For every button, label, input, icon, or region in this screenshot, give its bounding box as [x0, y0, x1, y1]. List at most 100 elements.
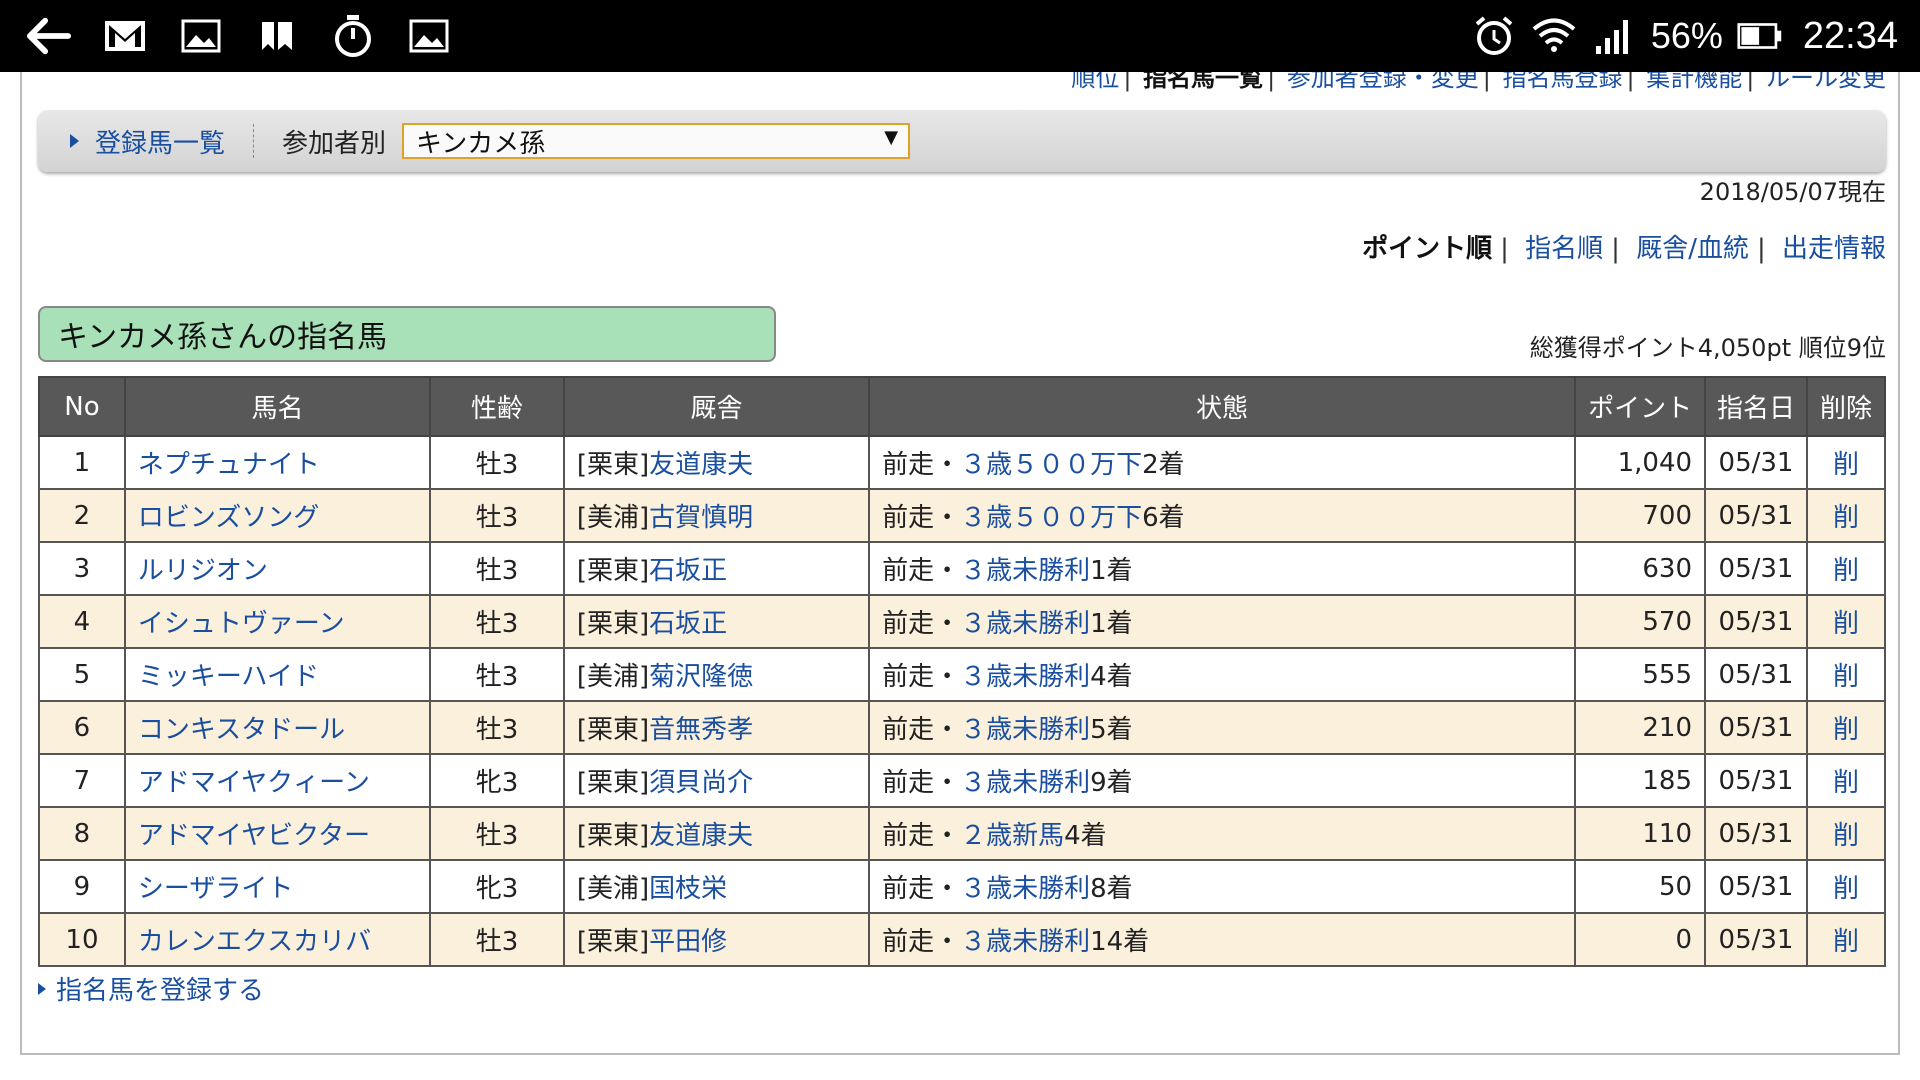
participant-select[interactable]: キンカメ孫 ▼	[402, 123, 911, 159]
race-link[interactable]: ３歳５００万下	[960, 503, 1142, 533]
stable-cell: [栗東]石坂正	[562, 541, 871, 596]
horse-name-link[interactable]: コンキスタドール	[123, 700, 432, 755]
delete-link[interactable]: 削	[1806, 859, 1886, 914]
race-result: 14着	[1090, 927, 1150, 957]
horse-name-link[interactable]: シーザライト	[123, 859, 432, 914]
race-result: 9着	[1090, 768, 1133, 798]
race-link[interactable]: ３歳未勝利	[960, 927, 1090, 957]
points: 1,040	[1574, 435, 1707, 490]
trainer-link[interactable]: 菊沢隆徳	[649, 662, 753, 692]
signal-icon	[1591, 13, 1637, 59]
nav-rule-change[interactable]: ルール変更	[1766, 72, 1886, 92]
delete-link[interactable]: 削	[1806, 647, 1886, 702]
state-cell: 前走・３歳未勝利4着	[868, 647, 1577, 702]
race-result: 4着	[1064, 821, 1107, 851]
sort-race-info[interactable]: 出走情報	[1782, 234, 1886, 264]
filter-bar: 登録馬一覧 参加者別 キンカメ孫 ▼	[38, 110, 1886, 172]
nav-ranking[interactable]: 順位	[1071, 72, 1119, 92]
state-cell: 前走・３歳未勝利1着	[868, 541, 1577, 596]
points: 700	[1574, 488, 1707, 543]
nav-horse-register[interactable]: 指名馬登録	[1503, 72, 1623, 92]
trainer-link[interactable]: 古賀慎明	[649, 503, 753, 533]
horse-name-link[interactable]: カレンエクスカリバ	[123, 912, 432, 967]
battery-percent: 56%	[1650, 15, 1723, 56]
status-bar: 56% 22:34	[0, 0, 1920, 72]
training-center: [栗東]	[576, 609, 650, 639]
col-sex-age: 性齢	[429, 376, 565, 437]
points: 630	[1574, 541, 1707, 596]
back-arrow-icon[interactable]	[26, 13, 72, 59]
race-link[interactable]: ３歳未勝利	[960, 768, 1090, 798]
state-cell: 前走・３歳５００万下6着	[868, 488, 1577, 543]
table-header-row: No 馬名 性齢 厩舎 状態 ポイント 指名日 削除	[38, 376, 1886, 437]
horse-name-link[interactable]: ルリジオン	[123, 541, 432, 596]
divider	[253, 124, 255, 158]
trainer-link[interactable]: 石坂正	[649, 609, 727, 639]
race-link[interactable]: ３歳未勝利	[960, 662, 1090, 692]
delete-link[interactable]: 削	[1806, 753, 1886, 808]
trainer-link[interactable]: 友道康夫	[649, 821, 753, 851]
delete-link[interactable]: 削	[1806, 435, 1886, 490]
race-link[interactable]: ３歳未勝利	[960, 715, 1090, 745]
sex-age: 牡3	[429, 700, 565, 755]
sort-stable-pedigree[interactable]: 厩舎/血統	[1636, 234, 1749, 264]
stopwatch-icon	[330, 13, 376, 59]
delete-link[interactable]: 削	[1806, 700, 1886, 755]
race-link[interactable]: ３歳未勝利	[960, 874, 1090, 904]
race-result: 4着	[1090, 662, 1133, 692]
last-race-prefix: 前走・	[882, 450, 961, 480]
race-link[interactable]: ３歳５００万下	[960, 450, 1142, 480]
row-no: 6	[38, 700, 126, 755]
points: 210	[1574, 700, 1707, 755]
delete-link[interactable]: 削	[1806, 488, 1886, 543]
delete-link[interactable]: 削	[1806, 806, 1886, 861]
race-link[interactable]: ３歳未勝利	[960, 609, 1090, 639]
horse-name-link[interactable]: アドマイヤクィーン	[123, 753, 432, 808]
delete-link[interactable]: 削	[1806, 912, 1886, 967]
stable-cell: [栗東]石坂正	[562, 594, 871, 649]
delete-link[interactable]: 削	[1806, 594, 1886, 649]
race-link[interactable]: ２歳新馬	[960, 821, 1064, 851]
horse-name-link[interactable]: ネプチュナイト	[123, 435, 432, 490]
last-race-prefix: 前走・	[882, 609, 961, 639]
trainer-link[interactable]: 音無秀孝	[649, 715, 753, 745]
points: 110	[1574, 806, 1707, 861]
trainer-link[interactable]: 国枝栄	[649, 874, 727, 904]
sort-nomination[interactable]: 指名順	[1525, 234, 1603, 264]
trainer-link[interactable]: 須貝尚介	[649, 768, 753, 798]
race-result: 1着	[1090, 556, 1133, 586]
nomination-date: 05/31	[1704, 647, 1809, 702]
horse-name-link[interactable]: ミッキーハイド	[123, 647, 432, 702]
race-link[interactable]: ３歳未勝利	[960, 556, 1090, 586]
col-date: 指名日	[1704, 376, 1809, 437]
trainer-link[interactable]: 平田修	[649, 927, 727, 957]
total-points-summary: 総獲得ポイント4,050pt 順位9位	[1529, 334, 1886, 362]
all-horses-link[interactable]: 登録馬一覧	[95, 123, 225, 160]
training-center: [栗東]	[576, 927, 650, 957]
delete-link[interactable]: 削	[1806, 541, 1886, 596]
state-cell: 前走・３歳未勝利1着	[868, 594, 1577, 649]
bookmarks-icon	[254, 13, 300, 59]
horse-name-link[interactable]: イシュトヴァーン	[123, 594, 432, 649]
training-center: [栗東]	[576, 768, 650, 798]
state-cell: 前走・３歳未勝利8着	[868, 859, 1577, 914]
trainer-link[interactable]: 石坂正	[649, 556, 727, 586]
state-cell: 前走・３歳未勝利14着	[868, 912, 1577, 967]
nav-horse-list: 指名馬一覧	[1143, 72, 1264, 92]
state-cell: 前走・３歳未勝利9着	[868, 753, 1577, 808]
dropdown-arrow-icon: ▼	[884, 127, 899, 148]
sort-links: ポイント順 | 指名順 | 厩舎/血統 | 出走情報	[1362, 234, 1886, 264]
row-no: 8	[38, 806, 126, 861]
horse-name-link[interactable]: アドマイヤビクター	[123, 806, 432, 861]
sex-age: 牝3	[429, 859, 565, 914]
nomination-date: 05/31	[1704, 700, 1809, 755]
nav-aggregate[interactable]: 集計機能	[1646, 72, 1742, 92]
horse-name-link[interactable]: ロビンズソング	[123, 488, 432, 543]
nav-participant-register[interactable]: 参加者登録・変更	[1287, 72, 1479, 92]
register-horse-link[interactable]: 指名馬を登録する	[38, 970, 264, 1007]
training-center: [栗東]	[576, 450, 650, 480]
last-race-prefix: 前走・	[882, 821, 961, 851]
table-row: 3 ルリジオン 牡3 [栗東]石坂正 前走・３歳未勝利1着 630 05/31 削	[38, 541, 1886, 596]
nomination-date: 05/31	[1704, 594, 1809, 649]
trainer-link[interactable]: 友道康夫	[649, 450, 753, 480]
